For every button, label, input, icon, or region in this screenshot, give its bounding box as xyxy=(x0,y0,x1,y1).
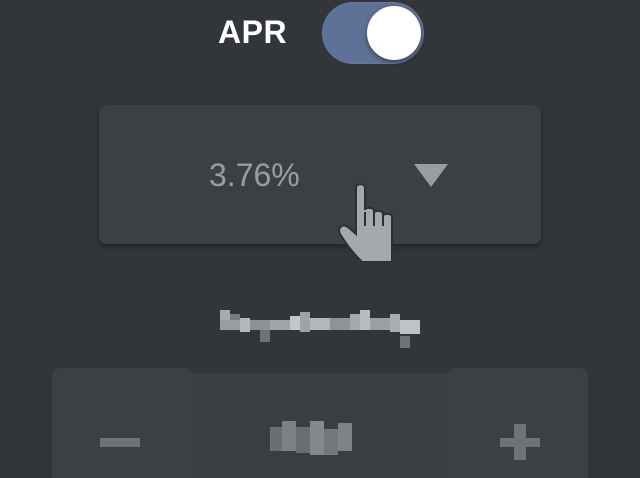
stepper-value-field[interactable] xyxy=(190,373,450,478)
hand-pointer-icon xyxy=(338,183,393,262)
rate-dropdown[interactable]: 3.76% xyxy=(99,105,541,244)
loan-settings-panel: APR 3.76% xyxy=(0,0,640,478)
caret-down-icon xyxy=(414,164,448,187)
rate-value: 3.76% xyxy=(209,157,300,193)
payment-label xyxy=(220,310,420,348)
minus-icon xyxy=(100,438,140,447)
increment-button[interactable] xyxy=(448,368,588,478)
plus-icon-vertical xyxy=(514,424,526,460)
apr-label: APR xyxy=(218,14,288,50)
apr-toggle-switch[interactable] xyxy=(322,2,424,64)
decrement-button[interactable] xyxy=(52,368,192,478)
toggle-knob xyxy=(367,6,421,60)
stepper-value xyxy=(270,421,352,455)
